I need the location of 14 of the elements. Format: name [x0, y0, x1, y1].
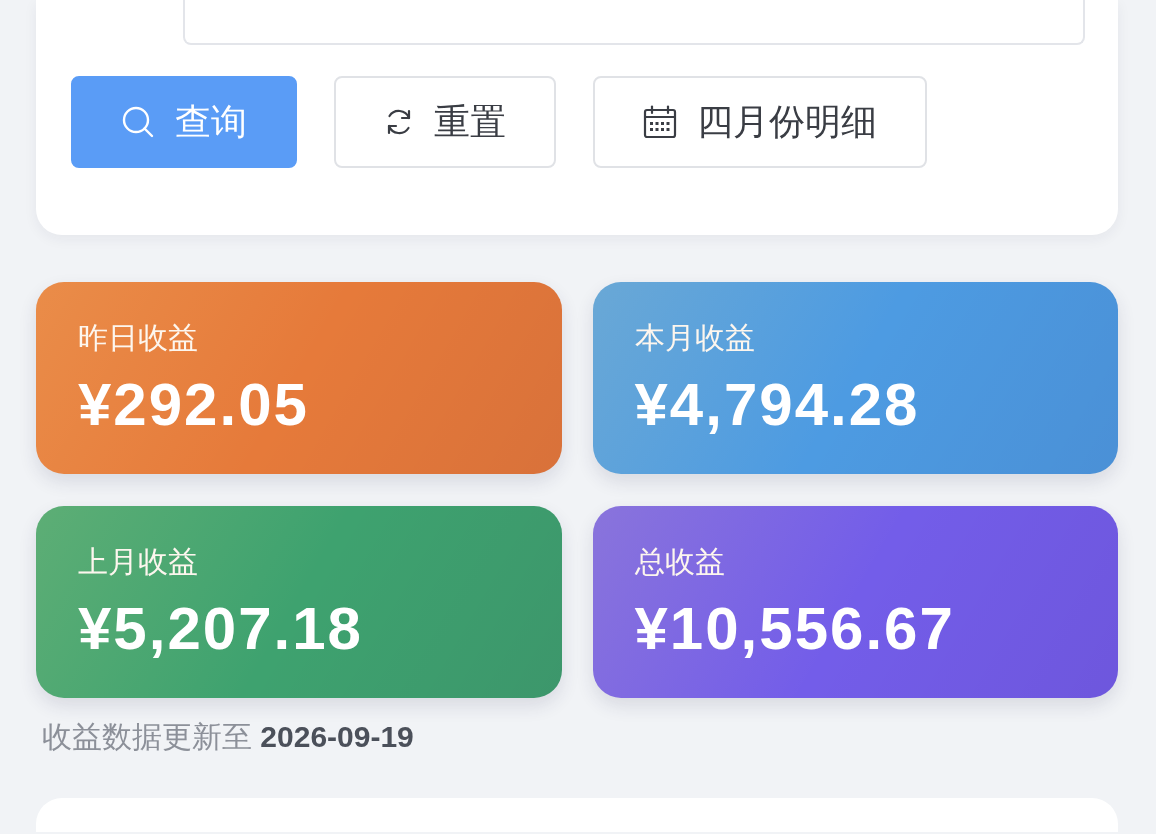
- stat-value: ¥4,794.28: [634, 371, 920, 439]
- stat-label: 昨日收益: [78, 320, 198, 356]
- stat-label: 总收益: [634, 544, 725, 580]
- stat-label: 本月收益: [634, 320, 755, 356]
- input-field[interactable]: [183, 0, 1085, 45]
- stat-value: ¥10,556.67: [634, 595, 955, 663]
- stat-value: ¥292.05: [78, 371, 309, 439]
- calendar-icon: [643, 105, 677, 139]
- search-icon: [121, 105, 155, 139]
- stat-value: ¥5,207.18: [78, 595, 363, 663]
- update-note: 收益数据更新至 2026-09-19: [42, 719, 414, 755]
- monthly-detail-button[interactable]: 四月份明细: [593, 76, 927, 168]
- stat-label: 上月收益: [78, 544, 198, 580]
- reset-button[interactable]: 重置: [334, 76, 556, 168]
